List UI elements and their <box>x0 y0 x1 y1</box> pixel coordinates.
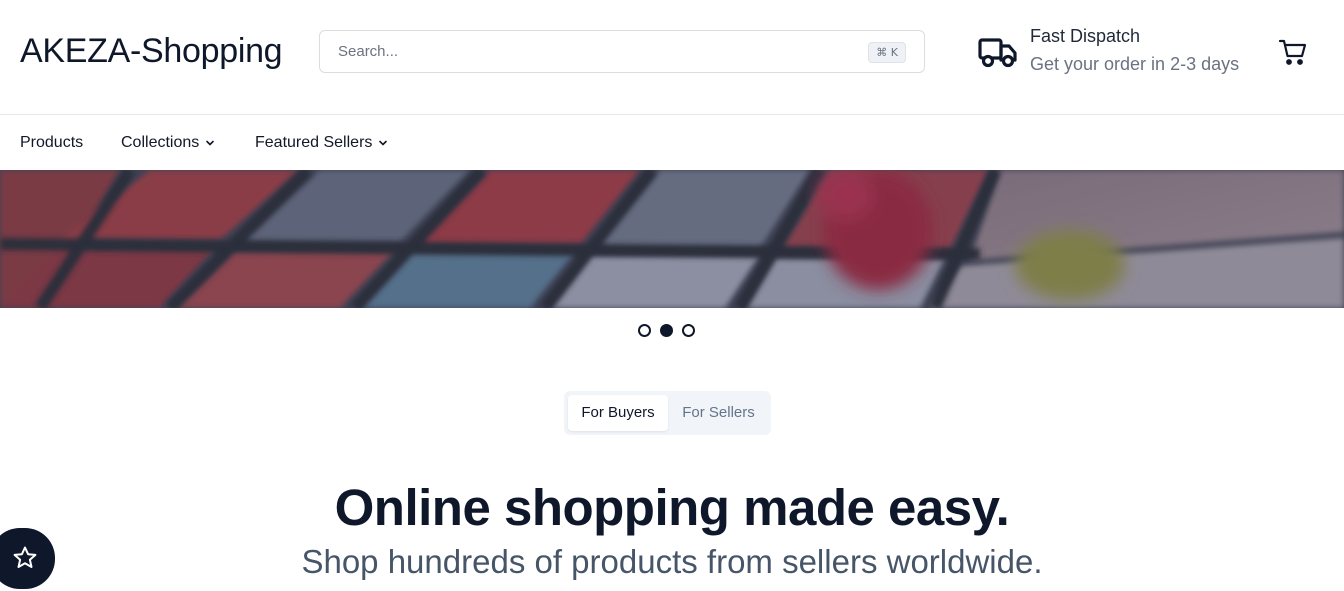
nav-item-label: Featured Sellers <box>255 134 373 151</box>
carousel-indicators <box>638 324 695 337</box>
truck-icon <box>978 38 1017 68</box>
cart-icon[interactable] <box>1278 37 1308 67</box>
nav-item-collections[interactable]: Collections <box>121 134 215 152</box>
tab-for-sellers[interactable]: For Sellers <box>670 395 767 431</box>
site-header: AKEZA-Shopping ⌘ K Fast Dispatch Get you… <box>0 0 1344 115</box>
search-input[interactable] <box>320 31 860 72</box>
search-box[interactable]: ⌘ K <box>319 30 925 73</box>
nav-item-label: Collections <box>121 134 200 151</box>
hero-carousel-image[interactable] <box>0 170 1344 308</box>
hero-subheadline: Shop hundreds of products from sellers w… <box>301 543 1043 580</box>
audience-tabs: For Buyers For Sellers <box>564 391 771 435</box>
dispatch-subtitle: Get your order in 2-3 days <box>1030 54 1240 74</box>
carousel-dot-2[interactable] <box>660 324 673 337</box>
dispatch-title: Fast Dispatch <box>1030 26 1141 46</box>
carousel-dot-1[interactable] <box>638 324 651 337</box>
nav-item-featured-sellers[interactable]: Featured Sellers <box>255 134 388 152</box>
search-shortcut-hint: ⌘ K <box>868 42 906 63</box>
tab-for-buyers[interactable]: For Buyers <box>568 395 668 431</box>
nav-item-products[interactable]: Products <box>20 134 83 152</box>
chevron-down-icon <box>379 140 388 146</box>
chevron-down-icon <box>206 140 215 146</box>
main-nav: Products Collections Featured Sellers <box>0 116 1344 170</box>
star-icon <box>13 546 37 568</box>
board-game-photo <box>0 170 1344 308</box>
carousel-dot-3[interactable] <box>682 324 695 337</box>
hero-headline: Online shopping made easy. <box>334 479 1010 536</box>
nav-item-label: Products <box>20 134 84 151</box>
brand-logo[interactable]: AKEZA-Shopping <box>20 32 283 71</box>
